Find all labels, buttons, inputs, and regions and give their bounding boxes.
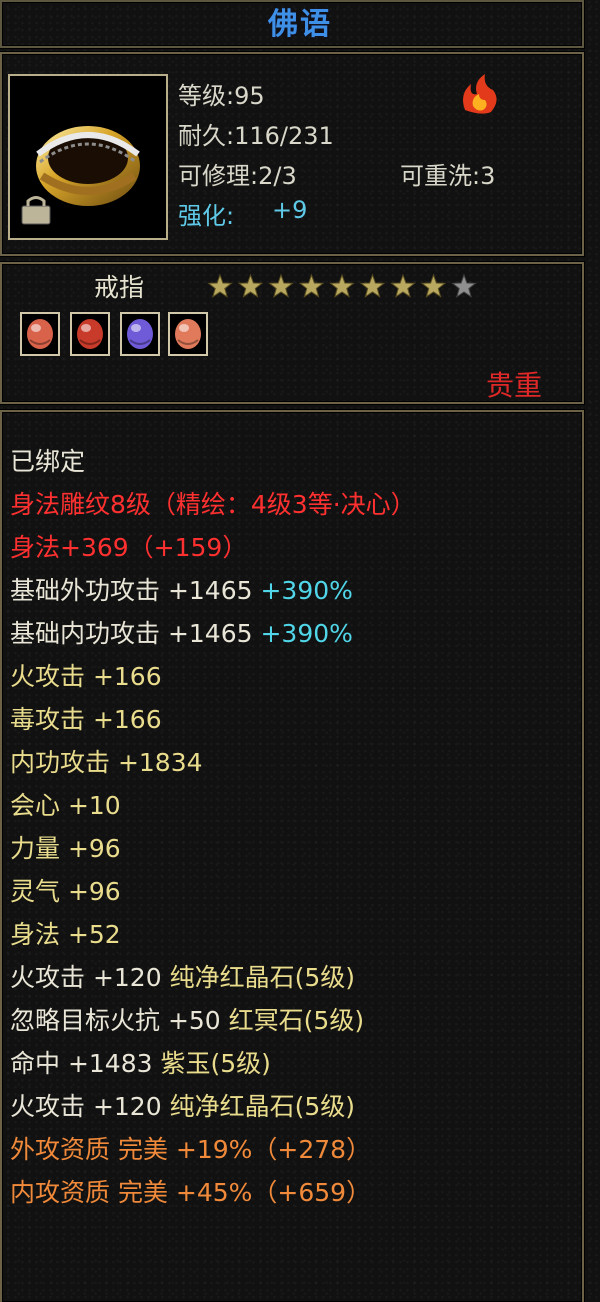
inner-quality-stat: 内攻资质 完美 +45%（+659） [10, 1178, 372, 1207]
gem-slot[interactable] [168, 312, 208, 356]
star-filled-icon [390, 273, 416, 298]
gem-stat-4-value: 火攻击 +120 [10, 1092, 170, 1121]
gem-stat-1-value: 火攻击 +120 [10, 963, 170, 992]
inner-power-stat: 内功攻击 +1834 [10, 748, 203, 777]
outer-attack-stat: 基础外功攻击 +1465 +390% [10, 571, 353, 607]
inner-attack-pct: +390% [260, 619, 353, 648]
flame-icon [463, 74, 497, 114]
gem-stat-2: 忽略目标火抗 +50 红冥石(5级) [10, 1001, 364, 1037]
inner-attack-label: 基础内功攻击 +1465 [10, 619, 261, 648]
inner-attack-stat: 基础内功攻击 +1465 +390% [10, 614, 353, 650]
bound-status: 已绑定 [10, 447, 86, 476]
star-filled-icon [268, 273, 294, 298]
lock-icon [21, 196, 51, 225]
agility-bonus-stat: 身法+369（+159） [10, 533, 248, 562]
durability-text: 耐久:116/231 [178, 122, 334, 150]
star-filled-icon [237, 273, 264, 298]
star-filled-icon [359, 273, 386, 298]
rewashable-text: 可重洗:3 [400, 162, 496, 190]
star-filled-icon [420, 273, 447, 298]
carving-stat: 身法雕纹8级（精绘：4级3等·决心） [10, 490, 416, 519]
gem-stat-3: 命中 +1483 紫玉(5级) [10, 1044, 271, 1080]
item-tooltip: 佛语 等级:95 耐久:116/231 可修理:2/3 可重洗:3 强化: +9… [0, 0, 600, 1302]
outer-quality-stat: 外攻资质 完美 +19%（+278） [10, 1135, 372, 1164]
red-gem-icon [77, 319, 103, 349]
star-rating [207, 273, 477, 298]
outer-attack-pct: +390% [260, 576, 353, 605]
star-filled-icon [207, 273, 233, 298]
gem-slot[interactable] [120, 312, 160, 356]
red-gem-icon [27, 319, 53, 349]
gem-stat-2-gem: 红冥石(5级) [228, 1006, 365, 1035]
outer-attack-label: 基础外功攻击 +1465 [10, 576, 261, 605]
rarity-label: 贵重 [486, 369, 543, 402]
gem-stat-1: 火攻击 +120 纯净红晶石(5级) [10, 958, 355, 994]
item-icon-slot[interactable] [8, 74, 168, 240]
gem-slot[interactable] [20, 312, 60, 356]
gem-stat-2-value: 忽略目标火抗 +50 [10, 1006, 229, 1035]
star-empty-icon [451, 273, 477, 298]
gem-stat-3-value: 命中 +1483 [10, 1049, 161, 1078]
item-type-name: 戒指 [94, 273, 145, 302]
gem-slot[interactable] [70, 312, 110, 356]
gem-stat-4: 火攻击 +120 纯净红晶石(5级) [10, 1087, 355, 1123]
fire-attack-stat: 火攻击 +166 [10, 662, 162, 691]
critical-stat: 会心 +10 [10, 791, 121, 820]
strength-stat: 力量 +96 [10, 834, 121, 863]
repairable-text: 可修理:2/3 [178, 162, 297, 190]
gem-stat-3-gem: 紫玉(5级) [160, 1049, 271, 1078]
level-text: 等级:95 [178, 82, 265, 110]
agility-stat: 身法 +52 [10, 920, 121, 949]
purple-gem-icon [127, 319, 153, 349]
gem-stat-4-gem: 纯净红晶石(5级) [169, 1092, 355, 1121]
item-title: 佛语 [268, 7, 332, 42]
gem-stat-1-gem: 纯净红晶石(5级) [169, 963, 355, 992]
star-filled-icon [298, 273, 325, 298]
poison-attack-stat: 毒攻击 +166 [10, 705, 162, 734]
enhance-value: +9 [272, 196, 308, 224]
spirit-stat: 灵气 +96 [10, 877, 121, 906]
star-filled-icon [329, 273, 355, 298]
enhance-label: 强化: [178, 202, 235, 230]
red-gem-icon [175, 319, 201, 349]
